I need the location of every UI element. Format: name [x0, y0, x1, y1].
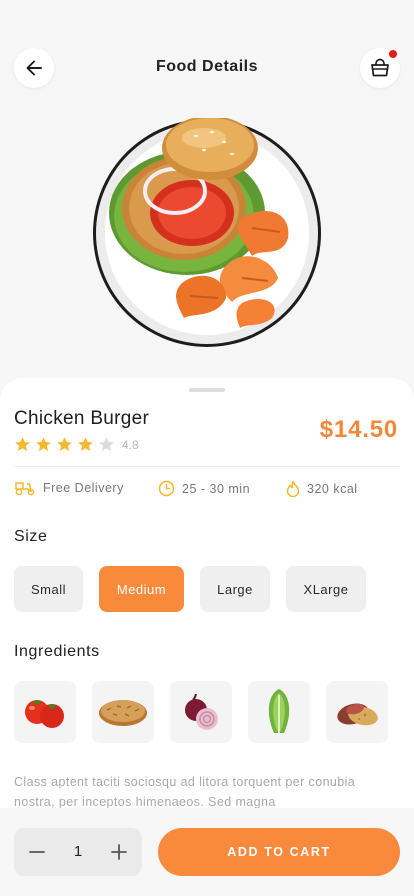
details-sheet: Chicken Burger 4.8 $14.50 Free Delivery … — [0, 378, 414, 808]
potato-icon — [337, 703, 378, 726]
calories-info: 320 kcal — [286, 480, 358, 497]
food-image — [92, 116, 322, 348]
delivery-scooter-icon — [15, 482, 35, 496]
divider — [14, 466, 400, 467]
shopping-basket-icon — [371, 58, 389, 77]
ingredient-potato — [326, 681, 388, 743]
quantity-increase-button[interactable] — [107, 840, 131, 864]
burger-plate-image — [93, 116, 321, 347]
chicken-patty-icon — [99, 700, 147, 726]
ingredients-section-title: Ingredients — [14, 643, 100, 660]
cart-notification-dot — [389, 50, 397, 58]
time-info: 25 - 30 min — [158, 480, 250, 497]
info-row: Free Delivery 25 - 30 min 320 kcal — [14, 480, 400, 500]
add-to-cart-button[interactable]: ADD TO CART — [158, 828, 400, 876]
calories-text: 320 kcal — [307, 481, 358, 496]
price: $14.50 — [319, 416, 398, 443]
bottom-action-bar: 1 ADD TO CART — [0, 808, 414, 896]
quantity-decrease-button[interactable] — [25, 840, 49, 864]
delivery-info: Free Delivery — [14, 480, 124, 496]
delivery-text: Free Delivery — [43, 481, 124, 495]
star-filled-icon — [36, 437, 51, 451]
rating-value: 4.8 — [122, 437, 139, 452]
food-description: Class aptent taciti sociosqu ad litora t… — [14, 775, 356, 808]
ingredient-chicken-patty — [92, 681, 154, 743]
size-section-title: Size — [14, 528, 48, 545]
food-name: Chicken Burger — [14, 408, 150, 429]
minus-icon — [29, 851, 45, 853]
star-filled-icon — [78, 437, 93, 451]
quantity-value: 1 — [73, 843, 83, 860]
lettuce-icon — [268, 689, 290, 733]
sheet-drag-handle[interactable] — [189, 388, 225, 392]
quantity-stepper: 1 — [14, 828, 142, 876]
fire-icon — [286, 480, 300, 497]
ingredient-tomato — [14, 681, 76, 743]
header-area: Food Details — [0, 0, 414, 380]
onion-icon — [185, 693, 218, 730]
ingredient-lettuce — [248, 681, 310, 743]
plus-icon — [111, 844, 127, 860]
clock-icon — [158, 480, 175, 497]
size-option-large[interactable]: Large — [200, 566, 270, 612]
time-text: 25 - 30 min — [182, 481, 251, 496]
size-option-small[interactable]: Small — [14, 566, 83, 612]
star-filled-icon — [15, 437, 30, 451]
star-filled-icon — [57, 437, 72, 451]
page-title: Food Details — [155, 58, 258, 75]
ingredient-onion — [170, 681, 232, 743]
tomato-icon — [25, 700, 64, 728]
size-option-xlarge[interactable]: XLarge — [286, 566, 366, 612]
cart-button[interactable] — [360, 48, 400, 88]
star-empty-icon — [99, 437, 114, 451]
size-option-medium[interactable]: Medium — [99, 566, 184, 612]
star-rating: 4.8 — [14, 436, 139, 453]
